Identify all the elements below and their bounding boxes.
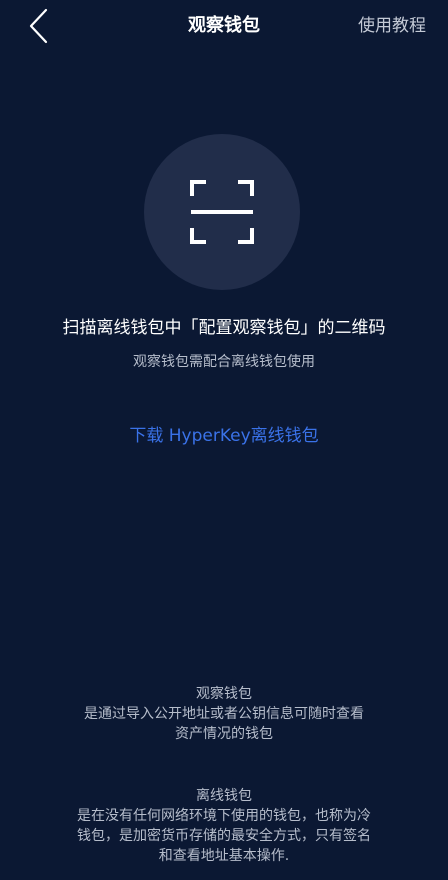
chevron-left-icon: [29, 8, 48, 44]
tutorial-link[interactable]: 使用教程: [358, 14, 426, 38]
cold-wallet-text-line: 钱包，是加密货币存储的最安全方式，只有签名: [77, 828, 371, 844]
scan-instruction: 扫描离线钱包中「配置观察钱包」的二维码: [62, 318, 386, 338]
cold-wallet-text-line: 和查看地址基本操作.: [158, 848, 290, 864]
cold-wallet-text-line: 是在没有任何网络环境下使用的钱包，也称为冷: [77, 808, 371, 824]
scan-qr-icon: [190, 180, 254, 244]
cold-wallet-title: 离线钱包: [196, 788, 252, 804]
watch-wallet-text-line: 资产情况的钱包: [175, 726, 273, 742]
watch-wallet-title: 观察钱包: [196, 686, 252, 702]
watch-wallet-description: 观察钱包 是通过导入公开地址或者公钥信息可随时查看 资产情况的钱包: [50, 684, 398, 744]
back-button[interactable]: [22, 6, 58, 46]
cold-wallet-description: 离线钱包 是在没有任何网络环境下使用的钱包，也称为冷 钱包，是加密货币存储的最安…: [50, 786, 398, 866]
watch-wallet-text-line: 是通过导入公开地址或者公钥信息可随时查看: [84, 706, 364, 722]
download-offline-wallet-link[interactable]: 下载 HyperKey离线钱包: [0, 424, 448, 448]
top-navigation-bar: 观察钱包 使用教程: [0, 0, 448, 52]
scan-hint: 观察钱包需配合离线钱包使用: [133, 354, 315, 370]
scan-button[interactable]: [144, 134, 300, 290]
